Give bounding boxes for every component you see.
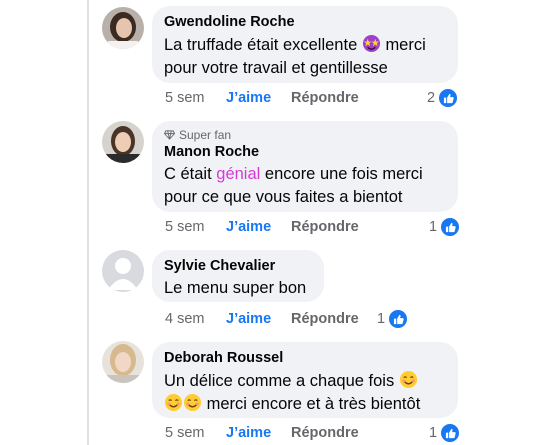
comment-actions: 4 sem J’aime Répondre: [165, 311, 465, 331]
reaction-summary[interactable]: 2: [427, 88, 459, 108]
comment-text: La truffade était excellente merci pour …: [164, 34, 446, 80]
comment-author[interactable]: Sylvie Chevalier: [164, 257, 312, 276]
like-button[interactable]: J’aime: [226, 219, 271, 235]
comment-timestamp[interactable]: 5 sem: [165, 425, 205, 441]
superfan-badge: Super fan: [164, 127, 446, 142]
comment-bubble: Sylvie Chevalier Le menu super bon: [152, 250, 324, 302]
comment-author[interactable]: Deborah Roussel: [164, 349, 446, 368]
comment-text-part: La truffade était excellente: [164, 36, 358, 54]
comment-author[interactable]: Manon Roche: [164, 143, 446, 162]
comment-bubble: Super fan Manon Roche C était génial enc…: [152, 121, 458, 212]
reaction-summary[interactable]: 1: [429, 217, 461, 237]
comment-bubble: Deborah Roussel Un délice comme a chaque…: [152, 342, 458, 418]
avatar[interactable]: [102, 7, 144, 49]
thumbs-up-icon: [440, 423, 461, 443]
thread-line: [87, 0, 89, 445]
comment-author[interactable]: Gwendoline Roche: [164, 13, 446, 32]
smiling-emoji: [164, 393, 183, 412]
comment-text: C était génial encore une fois merci pou…: [164, 163, 446, 209]
comment-text-part: pour ce que vous faites a bientot: [164, 188, 403, 206]
avatar[interactable]: [102, 341, 144, 383]
reaction-count: 1: [429, 219, 438, 235]
reaction-summary[interactable]: 1: [429, 423, 461, 443]
diamond-icon: [164, 129, 175, 140]
comment-text: Un délice comme a chaque fois merci enco…: [164, 370, 446, 416]
comment-bubble: Gwendoline Roche La truffade était excel…: [152, 6, 458, 83]
reaction-count: 1: [377, 311, 386, 327]
highlighted-word: génial: [216, 165, 261, 183]
reply-button[interactable]: Répondre: [291, 425, 359, 441]
comment-actions: 5 sem J’aime Répondre: [165, 425, 465, 445]
comment-text-part: pour votre travail et gentillesse: [164, 59, 388, 77]
avatar[interactable]: [102, 250, 144, 292]
comment-actions: 5 sem J’aime Répondre: [165, 90, 465, 110]
thumbs-up-icon: [438, 88, 459, 108]
thumbs-up-icon: [388, 309, 409, 329]
comment-timestamp[interactable]: 5 sem: [165, 219, 205, 235]
star-struck-emoji: [362, 34, 380, 53]
reply-button[interactable]: Répondre: [291, 219, 359, 235]
comment-text-part: merci encore et à très bientôt: [206, 395, 421, 413]
reaction-summary[interactable]: 1: [377, 309, 409, 329]
reaction-count: 1: [429, 425, 438, 441]
reply-button[interactable]: Répondre: [291, 90, 359, 106]
like-button[interactable]: J’aime: [226, 90, 271, 106]
comment-text-part: Un délice comme a chaque fois: [164, 372, 395, 390]
superfan-label: Super fan: [179, 127, 232, 142]
thumbs-up-icon: [440, 217, 461, 237]
reaction-count: 2: [427, 90, 436, 106]
comment-text: Le menu super bon: [164, 279, 307, 297]
comment-actions: 5 sem J’aime Répondre: [165, 219, 465, 239]
smiling-emoji: [183, 393, 202, 412]
like-button[interactable]: J’aime: [226, 311, 271, 327]
smiling-emoji: [399, 370, 417, 389]
comment-text-part: merci: [385, 36, 426, 54]
avatar[interactable]: [102, 121, 144, 163]
comment-timestamp[interactable]: 5 sem: [165, 90, 205, 106]
comment-text-part: encore une fois merci: [260, 165, 423, 183]
comment-text-part: C était: [164, 165, 217, 183]
comment-timestamp[interactable]: 4 sem: [165, 311, 205, 327]
like-button[interactable]: J’aime: [226, 425, 271, 441]
reply-button[interactable]: Répondre: [291, 311, 359, 327]
